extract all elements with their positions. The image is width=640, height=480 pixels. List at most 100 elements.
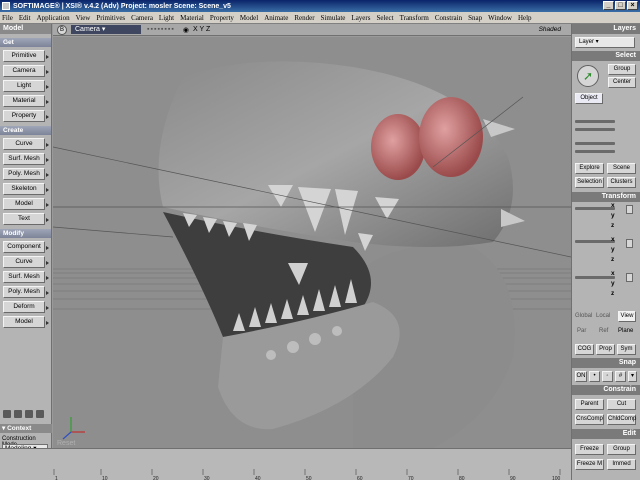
menu-light[interactable]: Light xyxy=(159,14,174,22)
menu-select[interactable]: Select xyxy=(376,14,393,22)
select-slider-4[interactable] xyxy=(575,150,615,153)
menu-property[interactable]: Property xyxy=(210,14,234,22)
tool-icons xyxy=(3,410,44,418)
select-slider-2[interactable] xyxy=(575,128,615,131)
create-poly-mesh-button[interactable]: Poly. Mesh xyxy=(3,168,49,180)
menu-snap[interactable]: Snap xyxy=(468,14,482,22)
viewport-menu-dots[interactable]: ▪▪▪▪▪▪▪▪ xyxy=(147,26,175,33)
context-header[interactable]: ▾ Context xyxy=(0,424,52,433)
group-button[interactable]: Group xyxy=(607,444,636,455)
view-mode-button[interactable]: View xyxy=(618,311,636,322)
cog-button[interactable]: COG xyxy=(575,344,594,355)
plane-mode[interactable]: Plane xyxy=(618,328,633,334)
local-mode[interactable]: Local xyxy=(596,313,610,319)
get-camera-button[interactable]: Camera xyxy=(3,65,49,77)
freeze-m-button[interactable]: Freeze M xyxy=(575,459,604,470)
menu-help[interactable]: Help xyxy=(518,14,532,22)
menu-simulate[interactable]: Simulate xyxy=(321,14,346,22)
menu-window[interactable]: Window xyxy=(488,14,512,22)
get-material-button[interactable]: Material xyxy=(3,95,49,107)
paint-tool-icon[interactable] xyxy=(14,410,22,418)
menu-constrain[interactable]: Constrain xyxy=(435,14,462,22)
eye-icon[interactable]: ◉ xyxy=(183,26,189,34)
rotate-icon[interactable] xyxy=(626,239,633,248)
minimize-button[interactable]: _ xyxy=(603,1,614,10)
camera-dropdown[interactable]: Camera ▾ xyxy=(71,25,141,34)
par-mode[interactable]: Par xyxy=(577,328,586,334)
menu-camera[interactable]: Camera xyxy=(131,14,153,22)
snap-curve-icon[interactable]: ◦ xyxy=(602,371,613,382)
menu-render[interactable]: Render xyxy=(294,14,314,22)
create-surf-mesh-button[interactable]: Surf. Mesh xyxy=(3,153,49,165)
modify-deform-button[interactable]: Deform xyxy=(3,301,49,313)
modify-curve-button[interactable]: Curve xyxy=(3,256,49,268)
rotate-slider[interactable] xyxy=(575,240,615,243)
select-arrow-icon[interactable]: ➚ xyxy=(577,65,599,87)
rotate-y-label: y xyxy=(611,246,615,253)
global-mode[interactable]: Global xyxy=(575,313,592,319)
translate-slider[interactable] xyxy=(575,276,615,279)
layer-select[interactable]: Layer ▾ xyxy=(575,37,635,48)
snap-grid-icon[interactable]: # xyxy=(615,371,626,382)
parent-button[interactable]: Parent xyxy=(575,399,604,410)
center-select-button[interactable]: Center xyxy=(608,77,636,88)
chldcomp-button[interactable]: ChldComp xyxy=(607,414,636,425)
immed-button[interactable]: Immed xyxy=(607,459,636,470)
select-slider-3[interactable] xyxy=(575,142,615,145)
get-primitive-button[interactable]: Primitive xyxy=(3,50,49,62)
modify-model-button[interactable]: Model xyxy=(3,316,49,328)
maximize-button[interactable]: □ xyxy=(615,1,626,10)
shading-mode-dropdown[interactable]: Shaded xyxy=(539,26,561,33)
scene-button[interactable]: Scene xyxy=(607,163,636,174)
snap-on-button[interactable]: ON xyxy=(575,371,587,382)
cut-button[interactable]: Cut xyxy=(607,399,636,410)
menu-file[interactable]: File xyxy=(2,14,13,22)
select-slider-1[interactable] xyxy=(575,120,615,123)
layers-title: Layers xyxy=(572,24,640,34)
freeze-button[interactable]: Freeze xyxy=(575,444,604,455)
title-bar: SOFTIMAGE® | XSI® v.4.2 (Adv) Project: m… xyxy=(0,0,640,12)
3d-viewport[interactable]: Reset xyxy=(53,37,571,448)
snap-menu-icon[interactable]: ▾ xyxy=(628,371,637,382)
menu-application[interactable]: Application xyxy=(37,14,70,22)
modify-component-button[interactable]: Component xyxy=(3,241,49,253)
create-model-button[interactable]: Model xyxy=(3,198,49,210)
reset-label[interactable]: Reset xyxy=(57,440,75,447)
close-button[interactable]: × xyxy=(627,1,638,10)
viewport-letter-button[interactable]: B xyxy=(57,24,67,35)
get-property-button[interactable]: Property xyxy=(3,110,49,122)
create-curve-button[interactable]: Curve xyxy=(3,138,49,150)
prop-button[interactable]: Prop xyxy=(596,344,615,355)
object-filter-button[interactable]: Object xyxy=(575,93,603,104)
scissors-tool-icon[interactable] xyxy=(25,410,33,418)
group-select-button[interactable]: Group xyxy=(608,64,636,75)
menu-material[interactable]: Material xyxy=(180,14,204,22)
clusters-button[interactable]: Clusters xyxy=(607,177,636,188)
menu-edit[interactable]: Edit xyxy=(19,14,31,22)
select-tool-icon[interactable] xyxy=(3,410,11,418)
cnscomp-button[interactable]: CnsComp xyxy=(575,414,604,425)
timeline[interactable]: 1 10 20 30 40 50 60 70 80 90 100 xyxy=(0,448,571,480)
explore-button[interactable]: Explore xyxy=(575,163,604,174)
create-skeleton-button[interactable]: Skeleton xyxy=(3,183,49,195)
modify-poly-mesh-button[interactable]: Poly. Mesh xyxy=(3,286,49,298)
translate-icon[interactable] xyxy=(626,273,633,282)
menu-animate[interactable]: Animate xyxy=(264,14,288,22)
get-light-button[interactable]: Light xyxy=(3,80,49,92)
selection-button[interactable]: Selection xyxy=(575,177,604,188)
menu-primitives[interactable]: Primitives xyxy=(96,14,125,22)
menu-layers[interactable]: Layers xyxy=(351,14,370,22)
snap-point-icon[interactable]: • xyxy=(589,371,600,382)
camera-dropdown-label: Camera xyxy=(75,26,100,33)
ref-mode[interactable]: Ref xyxy=(599,328,608,334)
scale-icon[interactable] xyxy=(626,205,633,214)
scale-slider[interactable] xyxy=(575,207,615,210)
menu-model[interactable]: Model xyxy=(240,14,258,22)
wrench-tool-icon[interactable] xyxy=(36,410,44,418)
menu-view[interactable]: View xyxy=(76,14,91,22)
sym-button[interactable]: Sym xyxy=(617,344,636,355)
modify-surf-mesh-button[interactable]: Surf. Mesh xyxy=(3,271,49,283)
menu-transform[interactable]: Transform xyxy=(400,14,429,22)
create-text-button[interactable]: Text xyxy=(3,213,49,225)
tick-50: 50 xyxy=(306,476,312,480)
